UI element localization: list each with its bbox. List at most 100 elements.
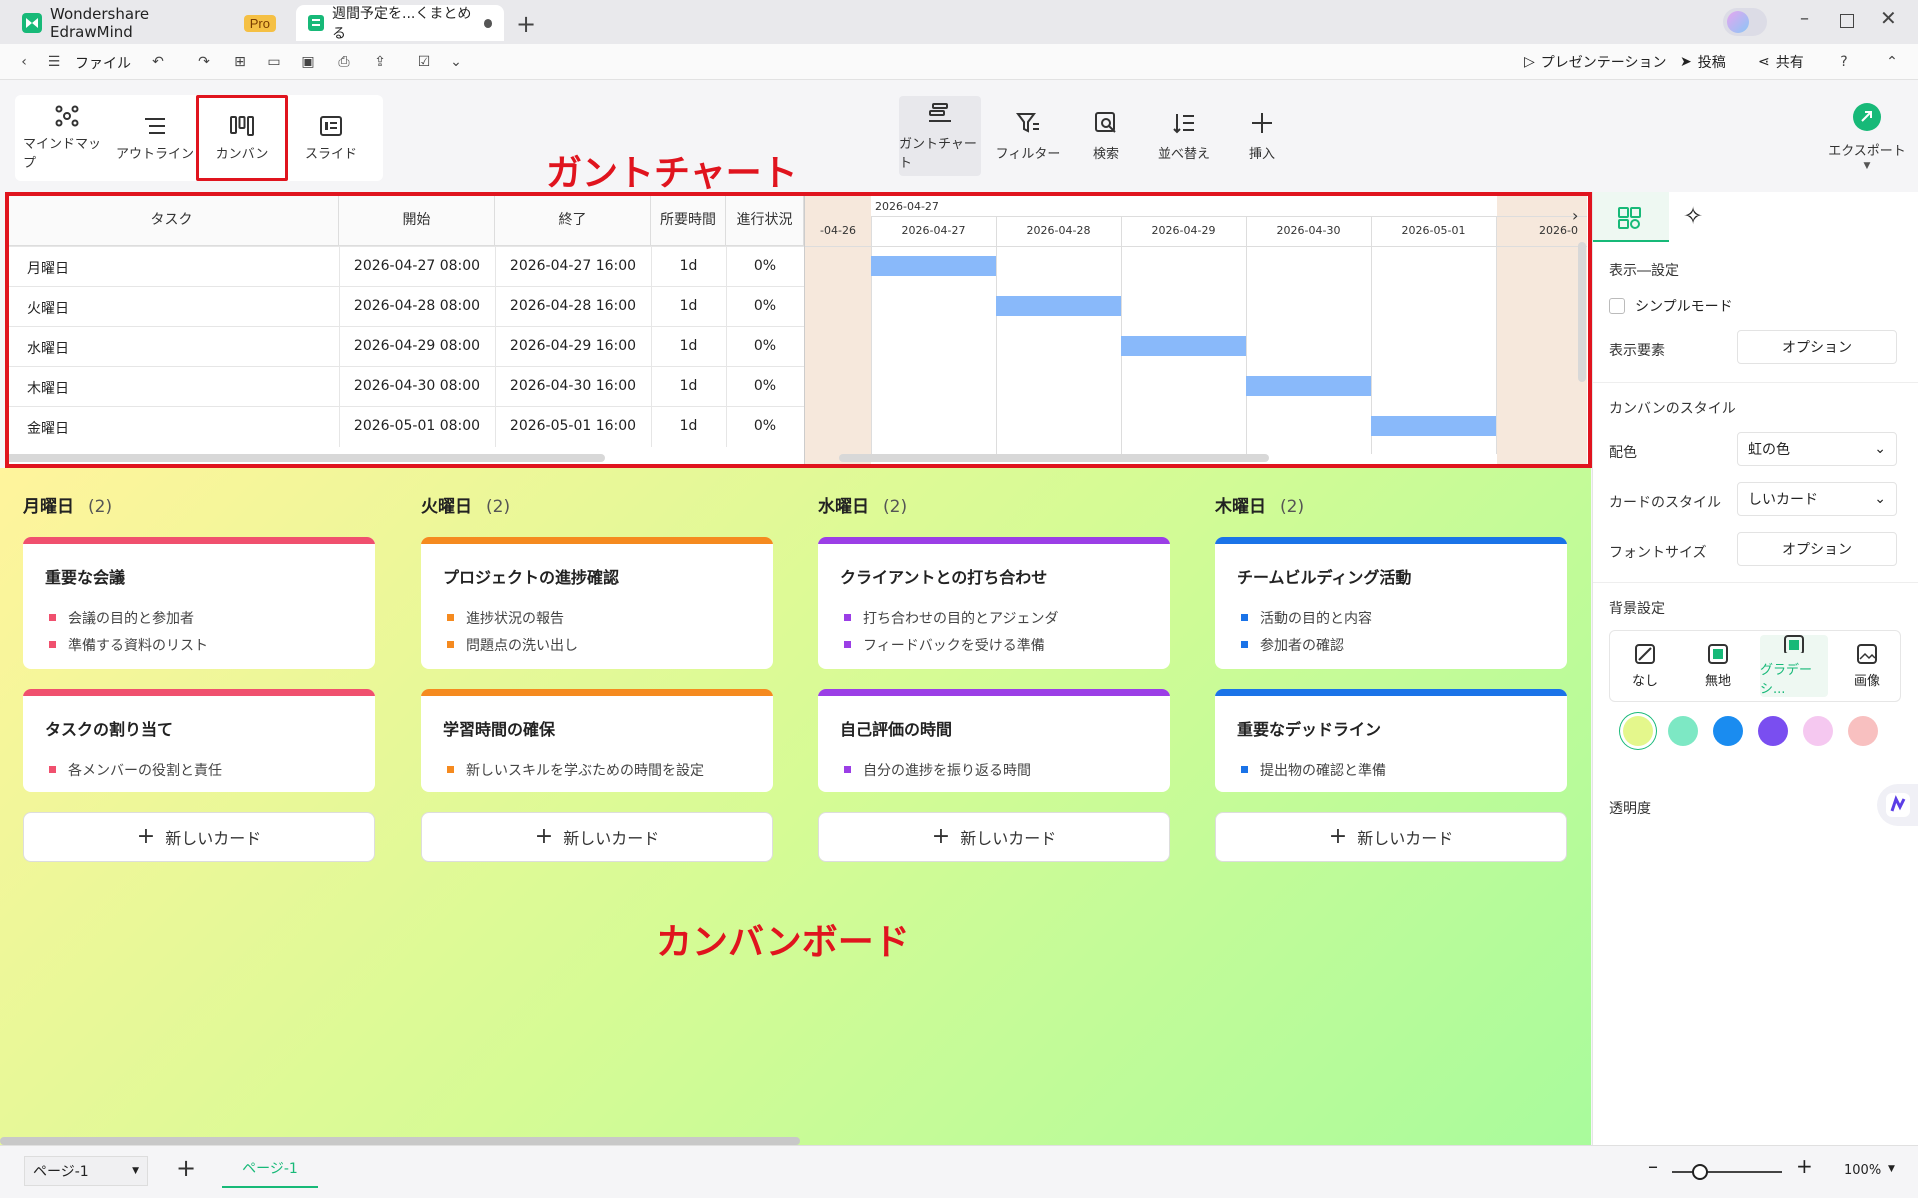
document-tab[interactable]: 週間予定を...くまとめる [296, 5, 504, 42]
gantt-task-bar[interactable] [996, 296, 1121, 316]
gantt-header-start[interactable]: 開始 [339, 192, 495, 246]
sort-button[interactable]: 並べ替え [1143, 96, 1225, 176]
gantt-table-row[interactable]: 月曜日 2026-04-27 08:00 2026-04-27 16:00 1d 0% [5, 246, 804, 287]
gradient-swatch[interactable] [1713, 716, 1743, 746]
share-button[interactable]: ⋖ 共有 [1758, 52, 1804, 72]
gantt-header-duration[interactable]: 所要時間 [651, 192, 726, 246]
gantt-task-bar[interactable] [1371, 416, 1496, 436]
gradient-swatch[interactable] [1623, 716, 1653, 746]
back-icon[interactable]: ‹ [12, 50, 36, 74]
app-tab[interactable]: Wondershare EdrawMind Pro [10, 5, 288, 41]
kanban-card[interactable]: プロジェクトの進捗確認 進捗状況の報告 問題点の洗い出し [421, 537, 773, 669]
more-dropdown-icon[interactable]: ⌄ [444, 50, 468, 74]
bg-image-option[interactable]: 画像 [1836, 635, 1898, 697]
kanban-column-header[interactable]: 水曜日 (2) [818, 492, 907, 517]
kanban-card[interactable]: クライアントとの打ち合わせ 打ち合わせの目的とアジェンダ フィードバックを受ける準備 [818, 537, 1170, 669]
print-icon[interactable]: ⎙ [332, 50, 356, 74]
filter-button[interactable]: フィルター [987, 96, 1069, 176]
add-page-plus-icon[interactable]: + [176, 1154, 196, 1182]
bg-solid-option[interactable]: 無地 [1687, 635, 1749, 697]
ai-sparkle-icon[interactable]: ✧ [1683, 202, 1703, 230]
kanban-card[interactable]: 学習時間の確保 新しいスキルを学ぶための時間を設定 [421, 689, 773, 792]
gradient-swatch[interactable] [1803, 716, 1833, 746]
search-button[interactable]: 検索 [1065, 96, 1147, 176]
export-button[interactable]: エクスポート ▼ [1824, 96, 1910, 176]
gantt-table-row[interactable]: 火曜日 2026-04-28 08:00 2026-04-28 16:00 1d 0% [5, 286, 804, 327]
gantt-header-end[interactable]: 終了 [495, 192, 651, 246]
gantt-header-progress[interactable]: 進行状況 [726, 192, 804, 246]
check-icon[interactable]: ☑ [412, 50, 436, 74]
gantt-timeline-scrollbar[interactable] [839, 454, 1269, 462]
gradient-swatch[interactable] [1848, 716, 1878, 746]
gantt-task-bar[interactable] [1121, 336, 1246, 356]
kanban-card[interactable]: タスクの割り当て 各メンバーの役割と責任 [23, 689, 375, 792]
font-size-option-button[interactable]: オプション [1737, 532, 1897, 566]
close-icon[interactable]: ✕ [1880, 6, 1897, 30]
zoom-level[interactable]: 100% [1844, 1163, 1881, 1178]
save-icon[interactable]: ▣ [296, 50, 320, 74]
new-card-button[interactable]: + 新しいカード [1215, 812, 1567, 862]
post-button[interactable]: ➤ 投稿 [1680, 52, 1726, 72]
simple-mode-checkbox[interactable] [1609, 298, 1625, 314]
color-scheme-select[interactable]: 虹の色 ⌄ [1737, 432, 1897, 466]
collapse-up-icon[interactable]: ⌃ [1880, 50, 1904, 74]
mode-kanban[interactable]: カンバン [196, 95, 288, 181]
kanban-card[interactable]: チームビルディング活動 活動の目的と内容 参加者の確認 [1215, 537, 1567, 669]
menu-icon[interactable]: ☰ [42, 50, 66, 74]
zoom-slider-handle[interactable] [1692, 1164, 1708, 1180]
help-icon[interactable]: ? [1832, 50, 1856, 74]
kanban-horizontal-scrollbar[interactable] [0, 1137, 800, 1145]
assistant-float-button[interactable] [1877, 784, 1918, 826]
maximize-icon[interactable] [1840, 14, 1854, 28]
kanban-card[interactable]: 重要な会議 会議の目的と参加者 準備する資料のリスト [23, 537, 375, 669]
card-style-select[interactable]: しいカード ⌄ [1737, 482, 1897, 516]
mode-slide[interactable]: スライド [287, 95, 375, 181]
zoom-in-icon[interactable]: + [1796, 1154, 1813, 1178]
avatar[interactable] [1723, 8, 1767, 36]
redo-icon[interactable]: ↷ [192, 50, 216, 74]
bg-none-option[interactable]: なし [1614, 635, 1676, 697]
new-card-button[interactable]: + 新しいカード [818, 812, 1170, 862]
gantt-table-row[interactable]: 水曜日 2026-04-29 08:00 2026-04-29 16:00 1d 0% [5, 326, 804, 367]
timeline-next-icon[interactable]: › [1572, 206, 1578, 225]
mode-outline[interactable]: アウトライン [111, 95, 199, 181]
open-folder-icon[interactable]: ▭ [262, 50, 286, 74]
kanban-column-header[interactable]: 月曜日 (2) [23, 492, 112, 517]
new-file-icon[interactable]: ⊞ [228, 50, 252, 74]
gantt-table-scrollbar[interactable] [5, 454, 605, 462]
page-tab-1[interactable]: ページ-1 [222, 1158, 318, 1188]
bg-gradient-option[interactable]: グラデーシ... [1760, 635, 1828, 697]
zoom-out-icon[interactable]: – [1648, 1154, 1658, 1178]
gantt-vertical-scrollbar[interactable] [1578, 242, 1586, 382]
file-menu[interactable]: ファイル [75, 53, 131, 73]
page-select[interactable]: ページ-1 ▼ [24, 1156, 148, 1186]
app-name: Wondershare EdrawMind [50, 5, 150, 41]
panel-tab-settings[interactable] [1593, 192, 1669, 242]
simple-mode-toggle[interactable]: シンプルモード [1609, 296, 1733, 316]
gantt-task-bar[interactable] [1246, 376, 1371, 396]
zoom-slider[interactable] [1672, 1171, 1782, 1173]
new-card-button[interactable]: + 新しいカード [421, 812, 773, 862]
gantt-table-row[interactable]: 木曜日 2026-04-30 08:00 2026-04-30 16:00 1d 0% [5, 366, 804, 407]
insert-button[interactable]: 挿入 [1221, 96, 1303, 176]
new-card-button[interactable]: + 新しいカード [23, 812, 375, 862]
gradient-swatch[interactable] [1668, 716, 1698, 746]
display-elements-option-button[interactable]: オプション [1737, 330, 1897, 364]
kanban-card[interactable]: 重要なデッドライン 提出物の確認と準備 [1215, 689, 1567, 792]
new-tab-plus-icon[interactable]: + [516, 10, 536, 38]
kanban-column-header[interactable]: 木曜日 (2) [1215, 492, 1304, 517]
zoom-dropdown-icon[interactable]: ▼ [1888, 1164, 1895, 1174]
minimize-icon[interactable]: – [1800, 8, 1809, 29]
undo-icon[interactable]: ↶ [146, 50, 170, 74]
gantt-task-bar[interactable] [871, 256, 996, 276]
gantt-header-task[interactable]: タスク [5, 192, 339, 246]
export-share-icon[interactable]: ⇪ [368, 50, 392, 74]
gantt-chart-button[interactable]: ガントチャート [899, 96, 981, 176]
gantt-label: ガントチャート [899, 137, 977, 171]
gradient-swatch[interactable] [1758, 716, 1788, 746]
mode-mindmap[interactable]: マインドマップ [23, 95, 111, 181]
presentation-button[interactable]: ▷ プレゼンテーション [1524, 52, 1667, 72]
kanban-column-header[interactable]: 火曜日 (2) [421, 492, 510, 517]
gantt-table-row[interactable]: 金曜日 2026-05-01 08:00 2026-05-01 16:00 1d 0% [5, 406, 804, 447]
kanban-card[interactable]: 自己評価の時間 自分の進捗を振り返る時間 [818, 689, 1170, 792]
